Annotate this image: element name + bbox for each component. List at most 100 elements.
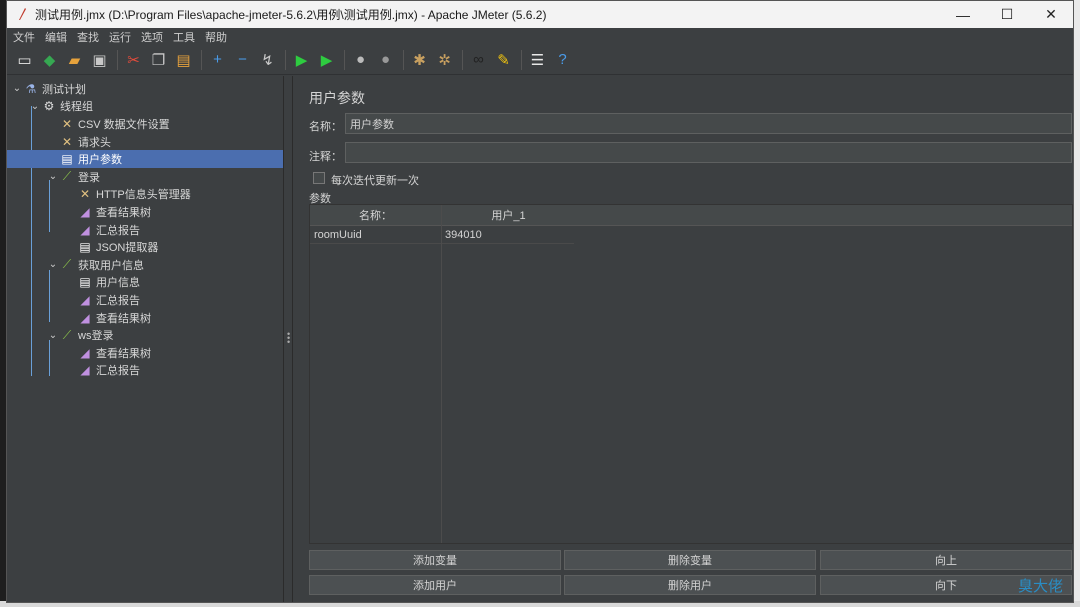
param-name-cell[interactable]: roomUuid [310,226,441,243]
tree-node[interactable]: ▤ JSON提取器 [7,238,283,256]
delete-variable-button[interactable]: 删除变量 [564,550,816,570]
stop-icon[interactable]: ● [349,49,372,71]
param-value-cell[interactable]: 394010 [441,226,574,243]
tree-node-label: 测试计划 [42,83,86,96]
tree-node[interactable]: ◢ 汇总报告 [7,362,283,380]
chevron-down-icon[interactable]: ⌄ [47,330,59,341]
tree-node[interactable]: ✕ HTTP信息头管理器 [7,186,283,204]
save-icon[interactable]: ▣ [88,49,111,71]
comment-label: 注释： [309,151,342,163]
parameters-table[interactable]: 名称： 用户_1 roomUuid 394010 [309,204,1073,544]
maximize-button[interactable]: ☐ [985,1,1029,28]
tree-node[interactable]: ▤ 用户参数 [7,150,283,168]
column-header-user1[interactable]: 用户_1 [441,205,576,225]
title-bar: 测试用例.jmx (D:\Program Files\apache-jmeter… [7,1,1073,28]
split-divider[interactable]: • • • [284,76,293,602]
menu-help[interactable]: 帮助 [203,29,235,45]
column-divider [441,205,442,543]
document-icon: ▤ [61,152,73,167]
tree-node[interactable]: ⌄ ⚙ 线程组 [7,98,283,116]
menu-run[interactable]: 运行 [107,29,139,45]
menu-tools[interactable]: 工具 [171,29,203,45]
tree-node[interactable]: ✕ 请求头 [7,133,283,151]
comment-input[interactable] [345,142,1072,163]
toolbar-separator [403,49,404,70]
toolbar-separator [462,49,463,70]
menu-search[interactable]: 查找 [75,29,107,45]
start-icon[interactable]: ▶ [290,49,313,71]
tree-node[interactable]: ◢ 查看结果树 [7,344,283,362]
tree-node[interactable]: ◢ 查看结果树 [7,203,283,221]
test-plan-tree[interactable]: ⌄ ⚗ 测试计划 ⌄ ⚙ 线程组 ✕ CSV 数据文件设置 ✕ 请求头 ▤ 用户参数 ⌄ ⟋ 登录 ✕ HTTP… [7,76,284,602]
tree-node-label: CSV 数据文件设置 [78,118,170,131]
tree-node[interactable]: ✕ CSV 数据文件设置 [7,115,283,133]
update-once-checkbox[interactable] [313,172,325,184]
tree-node[interactable]: ◢ 汇总报告 [7,291,283,309]
expand-icon[interactable]: + [206,49,229,71]
close-button[interactable]: ✕ [1029,1,1073,28]
open-icon[interactable]: ▰ [63,49,86,71]
clear-icon[interactable]: ✱ [408,49,431,71]
tree-node-label: 获取用户信息 [78,259,144,272]
tree-node[interactable]: ◢ 汇总报告 [7,221,283,239]
table-row[interactable]: roomUuid 394010 [310,226,574,244]
sampler-icon: ⟋ [62,169,72,184]
chart-icon: ◢ [80,292,90,307]
toolbar-separator [117,49,118,70]
toolbar-separator [201,49,202,70]
new-icon[interactable]: ▭ [13,49,36,71]
tree-node[interactable]: ◢ 查看结果树 [7,309,283,327]
tree-node-label: 线程组 [60,101,93,114]
menu-bar: 文件 编辑 查找 运行 选项 工具 帮助 [7,28,1073,45]
split-grip-icon[interactable]: • • • [287,330,290,347]
search-icon[interactable]: ∞ [467,49,490,71]
clear-all-icon[interactable]: ✲ [433,49,456,71]
toolbar-separator [285,49,286,70]
jmeter-window: 测试用例.jmx (D:\Program Files\apache-jmeter… [6,0,1074,603]
tree-node-label: 汇总报告 [96,224,140,237]
menu-edit[interactable]: 编辑 [43,29,75,45]
menu-file[interactable]: 文件 [11,29,43,45]
menu-options[interactable]: 选项 [139,29,171,45]
paste-icon[interactable]: ▤ [172,49,195,71]
tools-icon: ✕ [61,116,73,131]
collapse-icon[interactable]: − [231,49,254,71]
tree-node-label: 汇总报告 [96,294,140,307]
tree-node[interactable]: ⌄ ⟋ 登录 [7,168,283,186]
help-icon[interactable]: ? [551,49,574,71]
name-input[interactable] [345,113,1072,134]
flask-icon: ⚗ [25,81,37,96]
templates-icon[interactable]: ◆ [38,49,61,71]
toggle-icon[interactable]: ↯ [256,49,279,71]
function-helper-icon[interactable]: ☰ [526,49,549,71]
tree-node[interactable]: ⌄ ⟋ ws登录 [7,326,283,344]
reset-search-icon[interactable]: ✎ [492,49,515,71]
toolbar: ▭ ◆ ▰ ▣ ✂ ❐ ▤ + − ↯ ▶ ▶ ● ● ✱ ✲ ∞ ✎ ☰? [7,45,1073,75]
sampler-icon: ⟋ [62,257,72,272]
name-label: 名称： [309,121,342,133]
tree-node[interactable]: ⌄ ⟋ 获取用户信息 [7,256,283,274]
delete-user-button[interactable]: 删除用户 [564,575,816,595]
chevron-down-icon[interactable]: ⌄ [11,83,23,94]
chevron-down-icon[interactable]: ⌄ [29,101,41,112]
copy-icon[interactable]: ❐ [147,49,170,71]
tree-node-label: 请求头 [78,136,111,149]
chevron-down-icon[interactable]: ⌄ [47,171,59,182]
minimize-button[interactable]: — [941,1,985,28]
shutdown-icon[interactable]: ● [374,49,397,71]
tree-node-label: 用户参数 [78,154,122,167]
chevron-down-icon[interactable]: ⌄ [47,259,59,270]
tree-node-label: 用户信息 [96,277,140,290]
tree-node[interactable]: ⌄ ⚗ 测试计划 [7,80,283,98]
add-user-button[interactable]: 添加用户 [309,575,561,595]
column-header-name[interactable]: 名称： [310,205,441,225]
tree-node[interactable]: ▤ 用户信息 [7,274,283,292]
add-variable-button[interactable]: 添加变量 [309,550,561,570]
cut-icon[interactable]: ✂ [122,49,145,71]
move-up-button[interactable]: 向上 [820,550,1072,570]
panel-title: 用户参数 [309,90,365,106]
start-no-pause-icon[interactable]: ▶ [315,49,338,71]
toolbar-separator [344,49,345,70]
window-title: 测试用例.jmx (D:\Program Files\apache-jmeter… [35,8,547,22]
document-icon: ▤ [79,240,91,255]
